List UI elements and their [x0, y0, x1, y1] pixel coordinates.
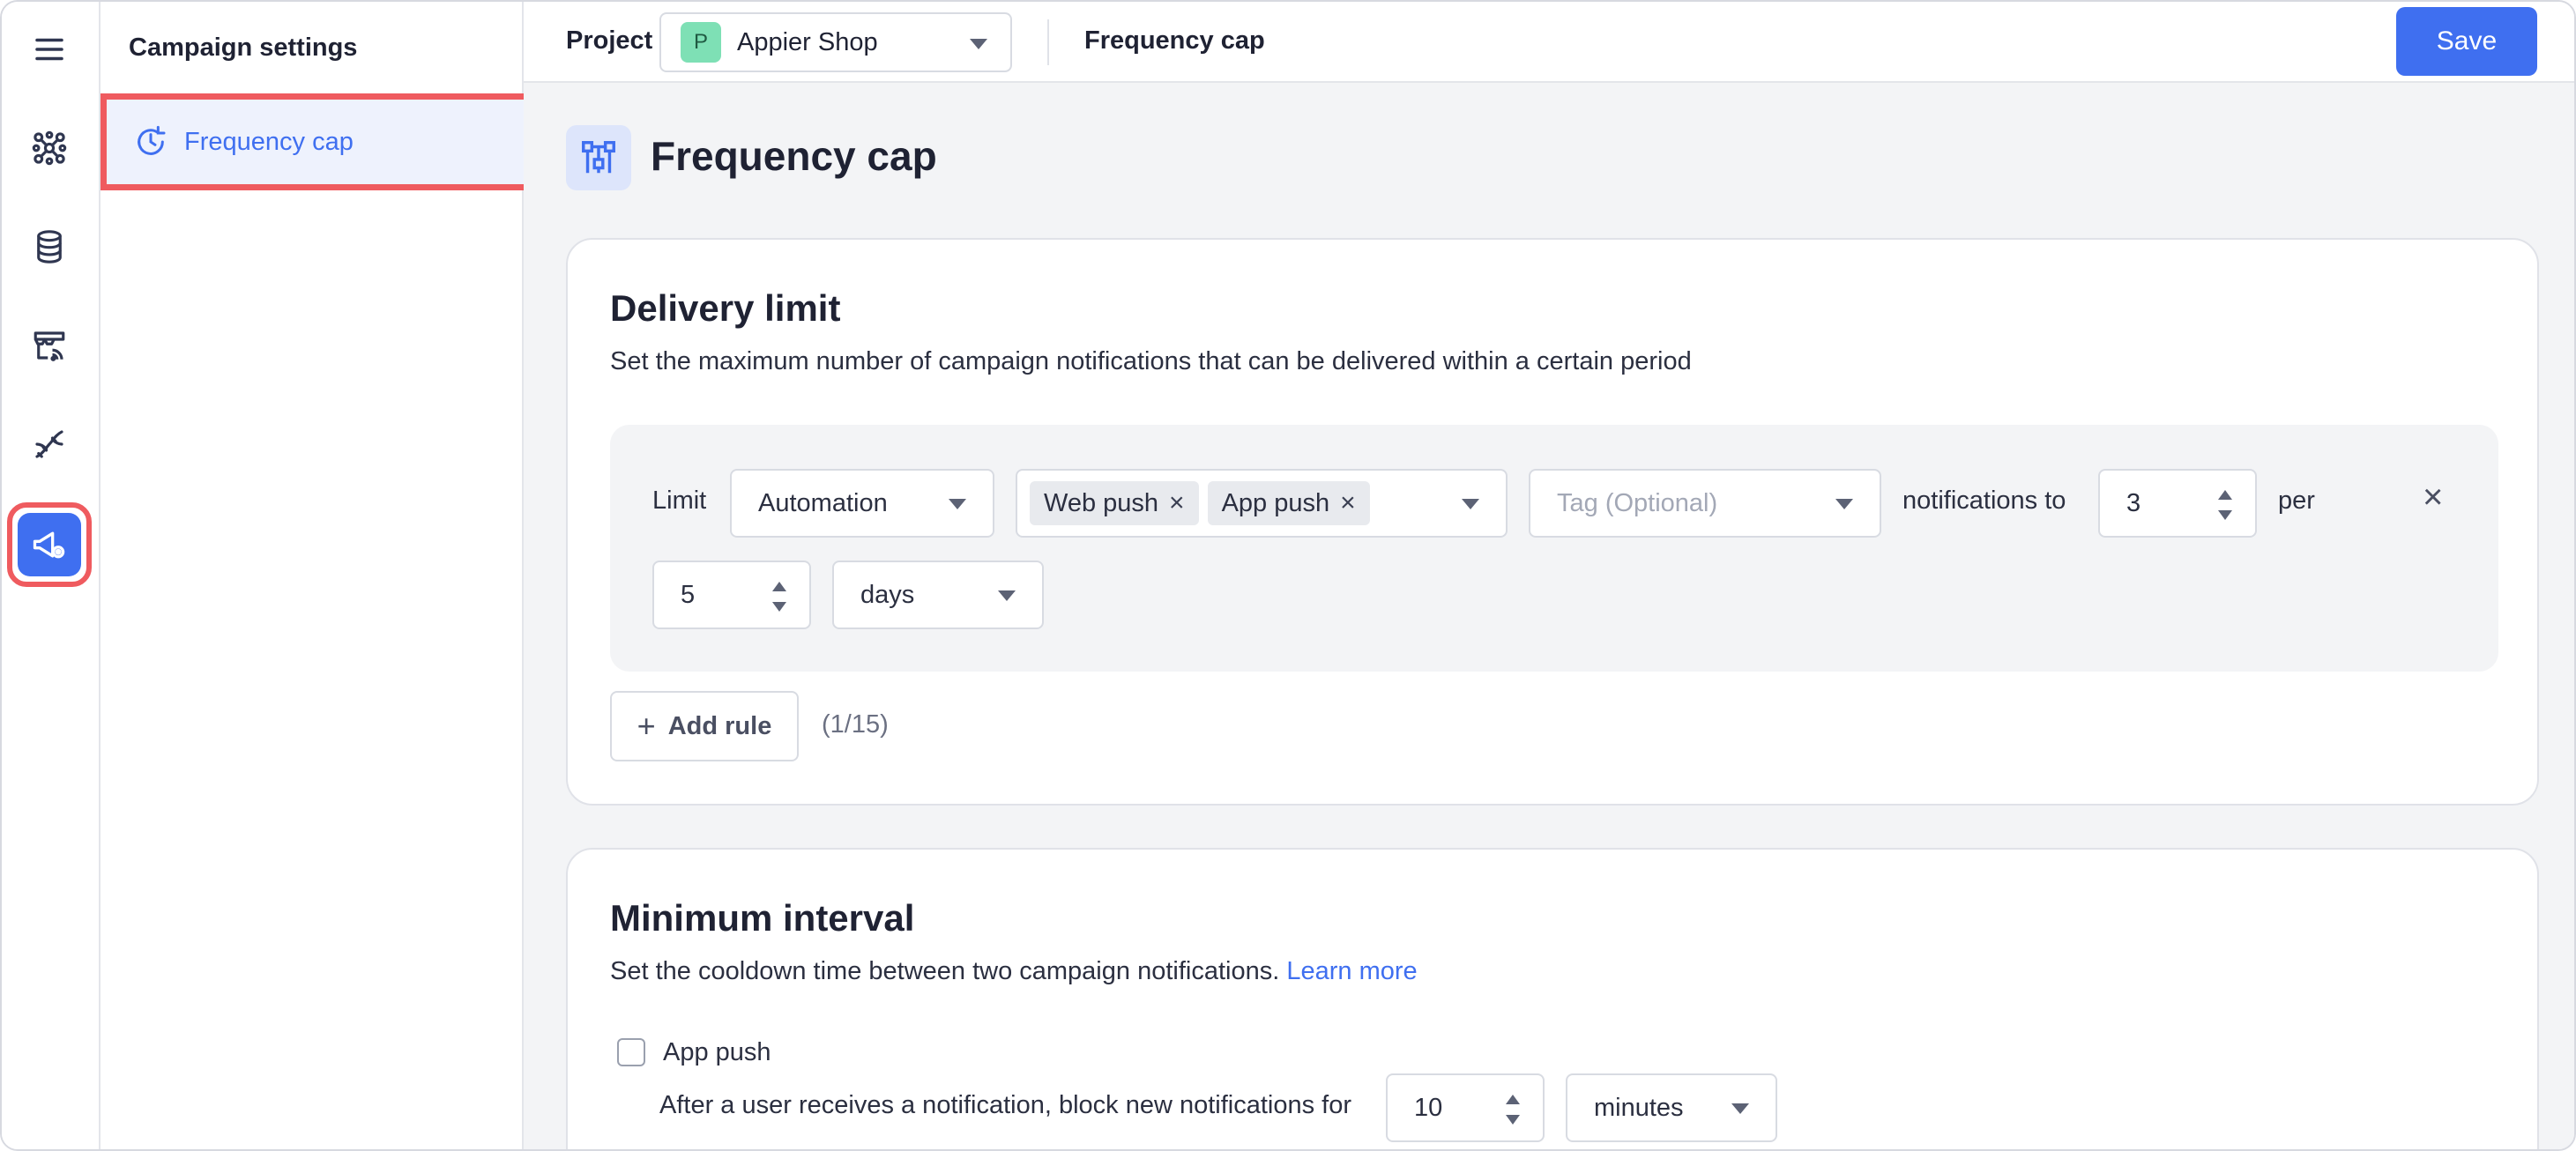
app-window: Campaign settings Frequency cap Project …: [0, 0, 2576, 1151]
app-push-label: App push: [663, 1038, 771, 1066]
project-name: Appier Shop: [737, 27, 878, 56]
per-label: per: [2278, 486, 2315, 515]
save-button[interactable]: Save: [2396, 7, 2537, 76]
chevron-down-icon: [1835, 499, 1853, 509]
block-text: After a user receives a notification, bl…: [659, 1091, 1351, 1119]
tag-select[interactable]: Tag (Optional): [1529, 469, 1881, 538]
description-text: Set the cooldown time between two campai…: [610, 957, 1280, 985]
app-push-checkbox[interactable]: [617, 1038, 645, 1066]
icon-rail: [2, 2, 101, 1149]
clock-refresh-icon: [138, 125, 166, 155]
add-rule-button[interactable]: + Add rule: [610, 691, 799, 761]
campaign-type-select[interactable]: Automation: [730, 469, 994, 538]
minimum-interval-description: Set the cooldown time between two campai…: [610, 957, 1418, 986]
channel-multiselect[interactable]: Web push × App push ×: [1016, 469, 1508, 538]
delivery-limit-description: Set the maximum number of campaign notif…: [610, 347, 1692, 375]
chip-label: Web push: [1044, 488, 1159, 517]
divider: [1047, 19, 1049, 65]
minimum-interval-title: Minimum interval: [610, 897, 915, 939]
interval-value: 10: [1414, 1093, 1443, 1122]
count-stepper[interactable]: 3: [2098, 469, 2257, 538]
chevron-down-icon: [1462, 499, 1479, 509]
learn-more-link[interactable]: Learn more: [1286, 957, 1417, 985]
stepper-arrows-icon[interactable]: [2218, 490, 2232, 520]
page-title: Frequency cap: [651, 133, 937, 179]
minimum-interval-card: Minimum interval Set the cooldown time b…: [566, 848, 2539, 1149]
channel-chip-web-push: Web push ×: [1030, 481, 1199, 525]
plus-icon: +: [637, 708, 656, 744]
database-icon[interactable]: [21, 219, 78, 275]
chevron-down-icon: [949, 499, 966, 509]
delivery-limit-card: Delivery limit Set the maximum number of…: [566, 238, 2539, 806]
sidebar-title: Campaign settings: [129, 33, 358, 62]
interval-unit-value: minutes: [1594, 1093, 1684, 1122]
menu-icon[interactable]: [21, 21, 78, 78]
project-label: Project: [566, 26, 653, 55]
top-bar: Project P Appier Shop Frequency cap Save: [524, 2, 2574, 83]
add-rule-label: Add rule: [667, 711, 772, 740]
chevron-down-icon: [998, 590, 1016, 601]
stepper-arrows-icon[interactable]: [1506, 1095, 1520, 1125]
interval-stepper[interactable]: 10: [1386, 1073, 1545, 1142]
project-badge: P: [681, 22, 721, 63]
network-icon[interactable]: [21, 120, 78, 176]
count-value: 3: [2126, 488, 2141, 517]
channel-chip-app-push: App push ×: [1207, 481, 1370, 525]
delivery-limit-title: Delivery limit: [610, 287, 841, 329]
breadcrumb-current: Frequency cap: [1084, 26, 1265, 55]
chip-label: App push: [1221, 488, 1330, 517]
notifications-to-label: notifications to: [1902, 486, 2066, 515]
period-unit-select[interactable]: days: [832, 561, 1044, 629]
frequency-cap-icon: [566, 125, 631, 190]
remove-chip-icon[interactable]: ×: [1169, 488, 1185, 518]
remove-chip-icon[interactable]: ×: [1340, 488, 1356, 518]
rule-count: (1/15): [822, 710, 889, 739]
stepper-arrows-icon[interactable]: [772, 582, 786, 612]
sidebar-item-label: Frequency cap: [184, 127, 354, 156]
interval-unit-select[interactable]: minutes: [1566, 1073, 1777, 1142]
period-value: 5: [681, 580, 696, 609]
remove-rule-icon[interactable]: ×: [2423, 478, 2443, 517]
main-content: Frequency cap Delivery limit Set the max…: [524, 83, 2574, 1149]
sidebar-item-frequency-cap[interactable]: Frequency cap: [101, 93, 532, 190]
rule-row: Limit Automation Web push × App push × T…: [610, 425, 2498, 672]
chevron-down-icon: [970, 39, 987, 49]
campaign-type-value: Automation: [758, 488, 888, 517]
period-unit-value: days: [860, 580, 915, 609]
dna-icon[interactable]: [21, 416, 78, 472]
chevron-down-icon: [1731, 1103, 1749, 1114]
store-signal-icon[interactable]: [21, 317, 78, 374]
campaign-settings-icon[interactable]: [18, 513, 81, 576]
period-stepper[interactable]: 5: [652, 561, 811, 629]
settings-sidebar: Campaign settings Frequency cap: [101, 2, 532, 1149]
tag-placeholder: Tag (Optional): [1557, 488, 1718, 517]
project-select[interactable]: P Appier Shop: [659, 12, 1012, 72]
limit-label: Limit: [652, 486, 707, 515]
